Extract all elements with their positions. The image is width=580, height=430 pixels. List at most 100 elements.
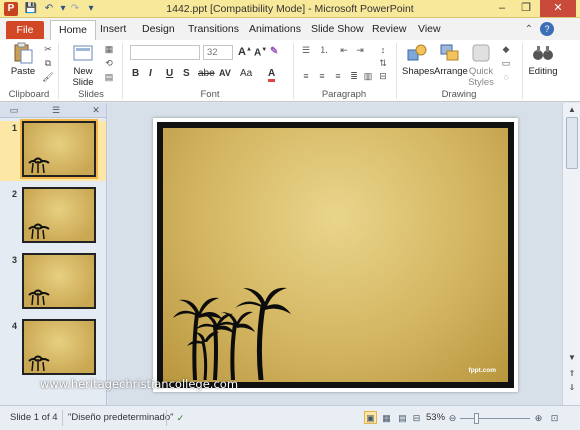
font-size-input[interactable]: 32 <box>203 45 233 60</box>
reset-icon[interactable]: ⟲ <box>103 58 115 69</box>
font-color-button[interactable]: A <box>268 68 276 82</box>
tab-animations[interactable]: Animations <box>249 23 301 35</box>
cut-icon[interactable]: ✂ <box>42 44 54 55</box>
shape-outline-icon[interactable]: ▭ <box>500 58 512 69</box>
tab-view[interactable]: View <box>418 23 441 35</box>
arrange-button[interactable]: Arrange <box>434 42 468 77</box>
zoom-level[interactable]: 53% <box>426 412 445 423</box>
slides-tab-icon[interactable]: ▭ <box>8 105 20 116</box>
decrease-indent-icon[interactable]: ⇤ <box>338 45 350 56</box>
scroll-up-icon[interactable]: ▲ <box>566 105 578 115</box>
bullets-icon[interactable]: ☰ <box>300 45 312 56</box>
align-right-icon[interactable]: ≡ <box>332 71 344 82</box>
normal-view-icon[interactable]: ▣ <box>364 411 377 424</box>
character-spacing-button[interactable]: AV <box>219 68 231 78</box>
previous-slide-icon[interactable]: ⇑ <box>566 369 578 379</box>
shape-fill-icon[interactable]: ◆ <box>500 44 512 55</box>
drawing-group-label: Drawing <box>441 89 477 100</box>
spelling-check-icon[interactable]: ✓ <box>174 411 187 424</box>
shrink-font-icon[interactable]: A▼ <box>254 47 267 58</box>
close-pane-icon[interactable]: ✕ <box>90 105 102 116</box>
shapes-label: Shapes <box>402 66 435 77</box>
slide-thumbnail[interactable]: 4 <box>0 319 106 379</box>
zoom-slider[interactable] <box>460 418 530 419</box>
change-case-button[interactable]: Aa <box>240 68 252 79</box>
next-slide-icon[interactable]: ⇓ <box>566 383 578 393</box>
font-group-label: Font <box>200 89 220 100</box>
grow-font-icon[interactable]: A▲ <box>238 46 252 58</box>
format-painter-icon[interactable]: 🖌 <box>42 72 54 83</box>
minimize-button[interactable]: – <box>490 0 514 17</box>
underline-button[interactable]: U <box>166 68 173 79</box>
slide-show-icon[interactable]: ⊟ <box>410 411 423 424</box>
slide-footer-text: fppt.com <box>468 367 496 374</box>
new-slide-icon <box>73 45 93 61</box>
pane-tabs: ▭ ☰ ✕ <box>0 103 106 118</box>
layout-icon[interactable]: ▦ <box>103 44 115 55</box>
help-icon[interactable]: ? <box>540 22 554 36</box>
editing-button[interactable]: Editing <box>526 42 560 77</box>
current-slide[interactable]: fppt.com <box>153 118 518 392</box>
slide-thumbnail[interactable]: 1 <box>0 121 106 181</box>
group-divider <box>522 43 523 99</box>
zoom-out-icon[interactable]: ⊖ <box>446 411 459 424</box>
paste-button[interactable]: Paste <box>6 42 40 77</box>
quick-styles-label-2: Styles <box>468 77 494 88</box>
maximize-button[interactable]: ❐ <box>514 0 538 17</box>
tab-design[interactable]: Design <box>142 23 175 35</box>
vertical-scrollbar[interactable]: ▲ ▼ ⇑ ⇓ <box>562 103 580 405</box>
outline-tab-icon[interactable]: ☰ <box>50 105 62 116</box>
justify-icon[interactable]: ≣ <box>348 71 360 82</box>
palm-trees-icon <box>28 223 50 239</box>
reading-view-icon[interactable]: ▤ <box>396 411 409 424</box>
align-text-icon[interactable]: ⊟ <box>377 71 389 82</box>
numbering-icon[interactable]: ⒈ <box>318 45 330 56</box>
copy-icon[interactable]: ⧉ <box>42 58 54 69</box>
tab-review[interactable]: Review <box>372 23 406 35</box>
font-name-input[interactable] <box>130 45 200 60</box>
palm-trees-icon <box>28 157 50 173</box>
zoom-in-icon[interactable]: ⊕ <box>532 411 545 424</box>
zoom-slider-thumb[interactable] <box>474 413 479 424</box>
fit-to-window-icon[interactable]: ⊡ <box>548 411 561 424</box>
slide-thumbnail[interactable]: 3 <box>0 253 106 313</box>
tab-insert[interactable]: Insert <box>100 23 126 35</box>
scrollbar-thumb[interactable] <box>566 117 578 169</box>
tab-home[interactable]: Home <box>50 20 97 41</box>
slide-sorter-icon[interactable]: ▦ <box>380 411 393 424</box>
group-divider <box>396 43 397 99</box>
paragraph-group-label: Paragraph <box>321 89 367 100</box>
columns-icon[interactable]: ▥ <box>362 71 374 82</box>
align-center-icon[interactable]: ≡ <box>316 71 328 82</box>
tab-transitions[interactable]: Transitions <box>188 23 239 35</box>
close-button[interactable]: ✕ <box>540 0 576 17</box>
theme-name[interactable]: "Diseño predeterminado" <box>68 412 174 423</box>
bold-button[interactable]: B <box>132 68 139 79</box>
tab-slide-show[interactable]: Slide Show <box>311 23 364 35</box>
thumbnail-image <box>22 319 96 375</box>
status-divider <box>166 410 167 426</box>
align-left-icon[interactable]: ≡ <box>300 71 312 82</box>
italic-button[interactable]: I <box>149 68 152 79</box>
slide-number: 4 <box>12 321 18 331</box>
shape-effects-icon[interactable]: ◌ <box>500 72 512 83</box>
text-direction-icon[interactable]: ⇅ <box>377 58 389 69</box>
clipboard-group-label: Clipboard <box>8 89 50 100</box>
tab-file[interactable]: File <box>6 21 44 39</box>
increase-indent-icon[interactable]: ⇥ <box>354 45 366 56</box>
slides-pane: ▭ ☰ ✕ 1 2 3 4 <box>0 103 107 405</box>
thumbnail-image <box>22 253 96 309</box>
shadow-button[interactable]: S <box>183 68 190 79</box>
line-spacing-icon[interactable]: ↕ <box>377 45 389 56</box>
slide-counter: Slide 1 of 4 <box>10 412 58 423</box>
clear-formatting-icon[interactable]: ✎ <box>270 46 278 57</box>
quick-styles-button[interactable]: Quick Styles <box>467 42 495 88</box>
scroll-down-icon[interactable]: ▼ <box>566 353 578 363</box>
slide-thumbnail[interactable]: 2 <box>0 187 106 247</box>
section-icon[interactable]: ▤ <box>103 72 115 83</box>
shapes-button[interactable]: Shapes <box>402 42 435 77</box>
new-slide-button[interactable]: New Slide <box>66 42 100 88</box>
strikethrough-button[interactable]: abe <box>198 68 215 79</box>
shapes-icon <box>407 44 427 61</box>
minimize-ribbon-icon[interactable]: ⌃ <box>522 23 536 37</box>
